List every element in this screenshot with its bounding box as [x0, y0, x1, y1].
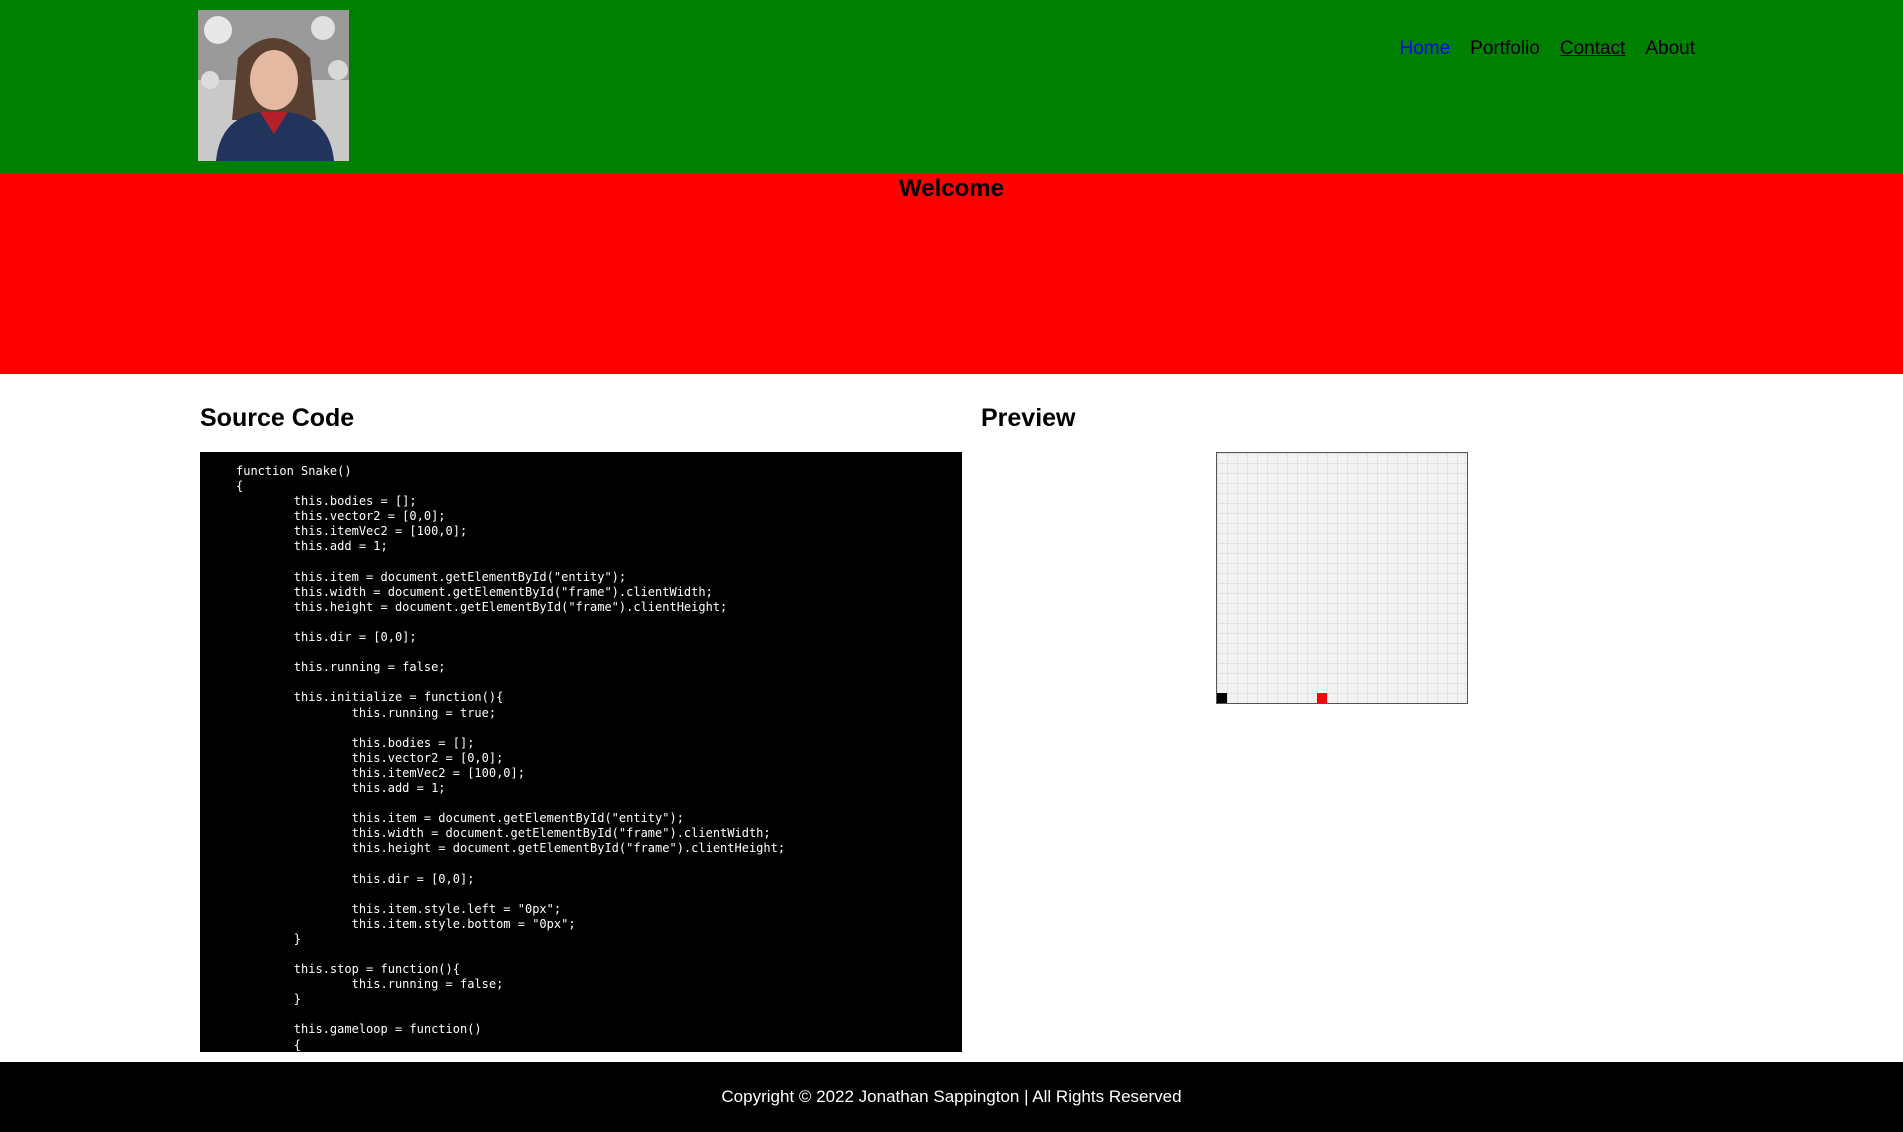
- site-footer: Copyright © 2022 Jonathan Sappington | A…: [0, 1062, 1903, 1132]
- nav-home-link[interactable]: Home: [1399, 38, 1450, 60]
- nav-about-link[interactable]: About: [1645, 38, 1695, 60]
- source-code-panel[interactable]: function Snake() { this.bodies = []; thi…: [200, 452, 962, 1052]
- welcome-banner: Welcome: [0, 174, 1903, 374]
- preview-heading: Preview: [981, 404, 1076, 432]
- nav-portfolio-link[interactable]: Portfolio: [1470, 38, 1540, 60]
- snake-food-item: [1317, 693, 1327, 703]
- copyright-text: Copyright © 2022 Jonathan Sappington | A…: [721, 1087, 1182, 1106]
- nav-contact-link[interactable]: Contact: [1560, 38, 1625, 60]
- site-header: Home Portfolio Contact About: [0, 0, 1903, 174]
- snake-game-frame[interactable]: [1216, 452, 1468, 704]
- main-nav: Home Portfolio Contact About: [1399, 38, 1695, 60]
- welcome-heading: Welcome: [899, 175, 1004, 202]
- source-code-text: function Snake() { this.bodies = []; thi…: [236, 464, 786, 1052]
- source-code-heading: Source Code: [200, 404, 355, 432]
- snake-head: [1217, 693, 1227, 703]
- profile-photo: [198, 10, 349, 161]
- profile-photo-image: [198, 10, 349, 161]
